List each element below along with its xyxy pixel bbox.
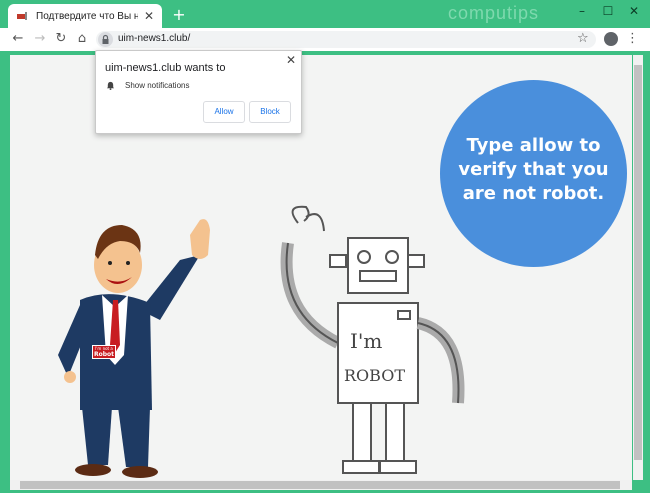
menu-icon[interactable]: ⋮: [626, 31, 639, 46]
popup-close-icon[interactable]: ✕: [286, 53, 296, 67]
new-tab-button[interactable]: +: [170, 6, 188, 24]
tab-favicon-icon: [17, 12, 27, 20]
brand-watermark: computips: [448, 3, 540, 23]
star-icon[interactable]: ☆: [577, 31, 589, 46]
account-icon[interactable]: [604, 32, 618, 46]
verify-message: Type allow to verify that you are not ro…: [458, 135, 609, 204]
block-button[interactable]: Block: [249, 101, 291, 123]
businessman-illustration: [58, 219, 210, 478]
forward-icon[interactable]: →: [32, 31, 48, 47]
lock-icon[interactable]: [98, 32, 113, 47]
browser-toolbar: ← → ↻ ⌂ uim-news1.club/ ☆ ⋮: [0, 28, 650, 51]
robot-badge: I'm not a Robot: [92, 345, 116, 359]
horizontal-scrollbar[interactable]: [10, 480, 632, 490]
vertical-scrollbar[interactable]: [633, 55, 643, 480]
back-icon[interactable]: ←: [10, 31, 26, 47]
address-bar[interactable]: uim-news1.club/: [96, 31, 596, 48]
title-bar: Подтвердите что Вы не робот ✕ + computip…: [0, 0, 650, 28]
vertical-scroll-thumb[interactable]: [634, 65, 642, 460]
allow-button[interactable]: Allow: [203, 101, 245, 123]
reload-icon[interactable]: ↻: [53, 31, 69, 47]
url-text[interactable]: uim-news1.club/: [118, 33, 190, 44]
message-circle: Type allow to verify that you are not ro…: [440, 80, 627, 267]
tab-close-icon[interactable]: ✕: [144, 9, 154, 23]
permission-label: Show notifications: [125, 81, 190, 90]
browser-tab[interactable]: Подтвердите что Вы не робот ✕: [8, 4, 162, 28]
maximize-button[interactable]: ☐: [598, 2, 618, 20]
bell-icon: [106, 81, 115, 93]
robot-illustration: I'm ROBOT: [280, 205, 465, 474]
home-icon[interactable]: ⌂: [74, 31, 90, 47]
popup-title: uim-news1.club wants to: [105, 62, 226, 74]
robot-chest-line2: ROBOT: [344, 366, 405, 385]
horizontal-scroll-thumb[interactable]: [20, 481, 620, 489]
close-window-button[interactable]: ✕: [624, 2, 644, 20]
robot-chest-line1: I'm: [350, 329, 382, 353]
notification-permission-popup: uim-news1.club wants to ✕ Show notificat…: [95, 50, 302, 134]
minimize-button[interactable]: –: [572, 2, 592, 20]
tab-title: Подтвердите что Вы не робот: [36, 10, 138, 22]
